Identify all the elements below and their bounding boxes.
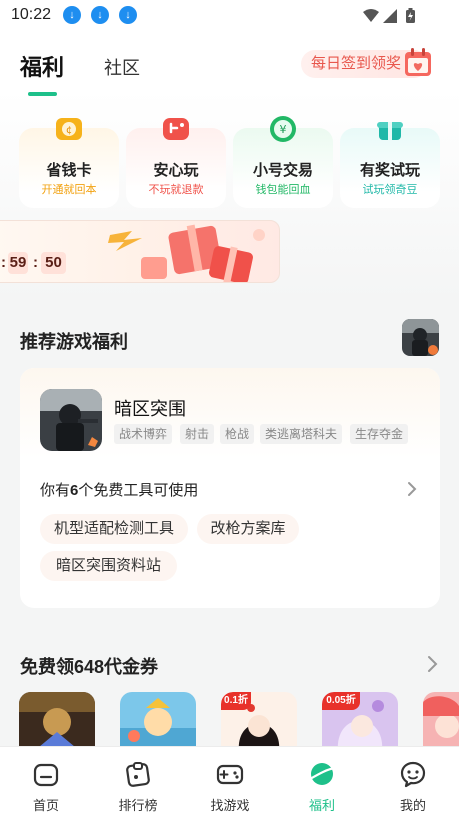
game-name: 暗区突围 <box>114 399 186 419</box>
discount-badge: 0.1折 <box>221 692 251 710</box>
status-bar: 10:22 ↓ ↓ ↓ <box>0 0 459 32</box>
bottom-navigation: 首页 排行榜 找游戏 福利 我的 <box>0 746 459 816</box>
countdown-seconds: 50 <box>41 252 66 274</box>
recommend-game-card[interactable]: 暗区突围 战术博弈 射击 枪战 类逃离塔科夫 生存夺金 你有6个免费工具可使用 … <box>20 368 440 608</box>
chevron-right-icon[interactable] <box>406 481 418 497</box>
tab-community[interactable]: 社区 <box>104 54 140 80</box>
countdown-minutes: 59 <box>8 252 28 274</box>
tool-pill-gun-mods[interactable]: 改枪方案库 <box>197 514 299 544</box>
game-icon[interactable] <box>40 389 102 451</box>
feature-subtitle: 试玩领奇豆 <box>362 184 418 196</box>
status-time: 10:22 <box>11 6 52 23</box>
game-cover-image <box>19 692 95 752</box>
nav-label: 找游戏 <box>210 798 250 813</box>
nav-label: 首页 <box>32 798 59 813</box>
money-card-icon: ¢ <box>56 118 82 140</box>
nav-label: 福利 <box>308 798 335 813</box>
promo-banner[interactable]: : 59 : 50 <box>0 220 280 283</box>
game-tag: 枪战 <box>220 424 255 444</box>
game-tag: 生存夺金 <box>350 424 409 444</box>
feature-card-trial-reward[interactable]: 有奖试玩 试玩领奇豆 <box>340 122 440 208</box>
voucher-game-1[interactable] <box>19 692 95 752</box>
svg-text:¥: ¥ <box>280 123 287 136</box>
tools-text-pre: 你有 <box>40 482 71 499</box>
free-tools-summary[interactable]: 你有6个免费工具可使用 <box>40 479 198 500</box>
game-thumbnail-small[interactable] <box>402 319 439 356</box>
voucher-game-5[interactable] <box>423 692 459 752</box>
calendar-gift-icon[interactable] <box>404 46 434 78</box>
game-tag: 射击 <box>180 424 215 444</box>
voucher-game-3[interactable]: 0.1折 <box>221 692 297 752</box>
voucher-game-4[interactable]: 0.05折 <box>322 692 398 752</box>
nav-home[interactable]: 首页 <box>0 747 92 816</box>
tool-pill-device-check[interactable]: 机型适配检测工具 <box>40 514 188 544</box>
lightning-icon <box>108 231 142 251</box>
countdown-separator: : <box>1 254 6 271</box>
feature-card-safe-play[interactable]: 安心玩 不玩就退款 <box>126 118 226 208</box>
tab-welfare[interactable]: 福利 <box>20 50 64 82</box>
feature-subtitle: 钱包能回血 <box>255 184 311 196</box>
game-cover-image <box>423 692 459 752</box>
game-tag: 类逃离塔科夫 <box>260 424 343 444</box>
countdown-separator: : <box>33 254 38 271</box>
account-trade-icon: ¥ <box>270 116 296 142</box>
download-icon: ↓ <box>119 6 137 24</box>
nav-ranking[interactable]: 排行榜 <box>92 747 184 816</box>
download-icon: ↓ <box>91 6 109 24</box>
feature-title: 省钱卡 <box>46 162 92 179</box>
game-tag: 战术博弈 <box>114 424 173 444</box>
chevron-right-icon[interactable] <box>426 655 438 673</box>
welfare-planet-icon <box>308 763 337 785</box>
gift-boxes-icon <box>141 224 265 282</box>
ranking-icon <box>126 762 150 787</box>
download-icon: ↓ <box>63 6 81 24</box>
home-icon <box>33 763 59 787</box>
discount-badge: 0.05折 <box>322 692 360 710</box>
feature-subtitle: 开通就回本 <box>41 184 97 196</box>
feature-card-account-trade[interactable]: ¥ 小号交易 钱包能回血 <box>233 116 333 208</box>
tools-text-post: 个免费工具可使用 <box>78 482 199 499</box>
nav-find-games[interactable]: 找游戏 <box>184 747 276 816</box>
recommend-section-title: 推荐游戏福利 <box>20 332 128 352</box>
trial-reward-icon <box>377 122 403 140</box>
nav-profile[interactable]: 我的 <box>367 747 459 816</box>
svg-text:¢: ¢ <box>66 125 72 136</box>
profile-chat-icon <box>400 761 426 788</box>
voucher-section-title: 免费领648代金券 <box>20 657 159 677</box>
nav-label: 我的 <box>399 798 426 813</box>
nav-label: 排行榜 <box>118 798 158 813</box>
feature-title: 小号交易 <box>252 162 313 179</box>
feature-subtitle: 不玩就退款 <box>148 184 204 196</box>
voucher-game-2[interactable] <box>120 692 196 752</box>
game-cover-image <box>402 319 439 356</box>
feature-title: 安心玩 <box>153 162 199 179</box>
safe-play-icon <box>163 118 189 140</box>
status-indicators-icon <box>363 8 415 23</box>
tool-pill-wiki[interactable]: 暗区突围资料站 <box>40 551 177 581</box>
nav-welfare[interactable]: 福利 <box>276 747 368 816</box>
game-cover-image <box>120 692 196 752</box>
game-cover-image <box>40 389 102 451</box>
active-tab-indicator <box>28 92 57 96</box>
feature-card-money-card[interactable]: ¢ 省钱卡 开通就回本 <box>19 118 119 208</box>
checkin-label: 每日签到领奖 <box>311 55 402 72</box>
gamepad-icon <box>216 764 244 785</box>
feature-title: 有奖试玩 <box>359 162 420 179</box>
